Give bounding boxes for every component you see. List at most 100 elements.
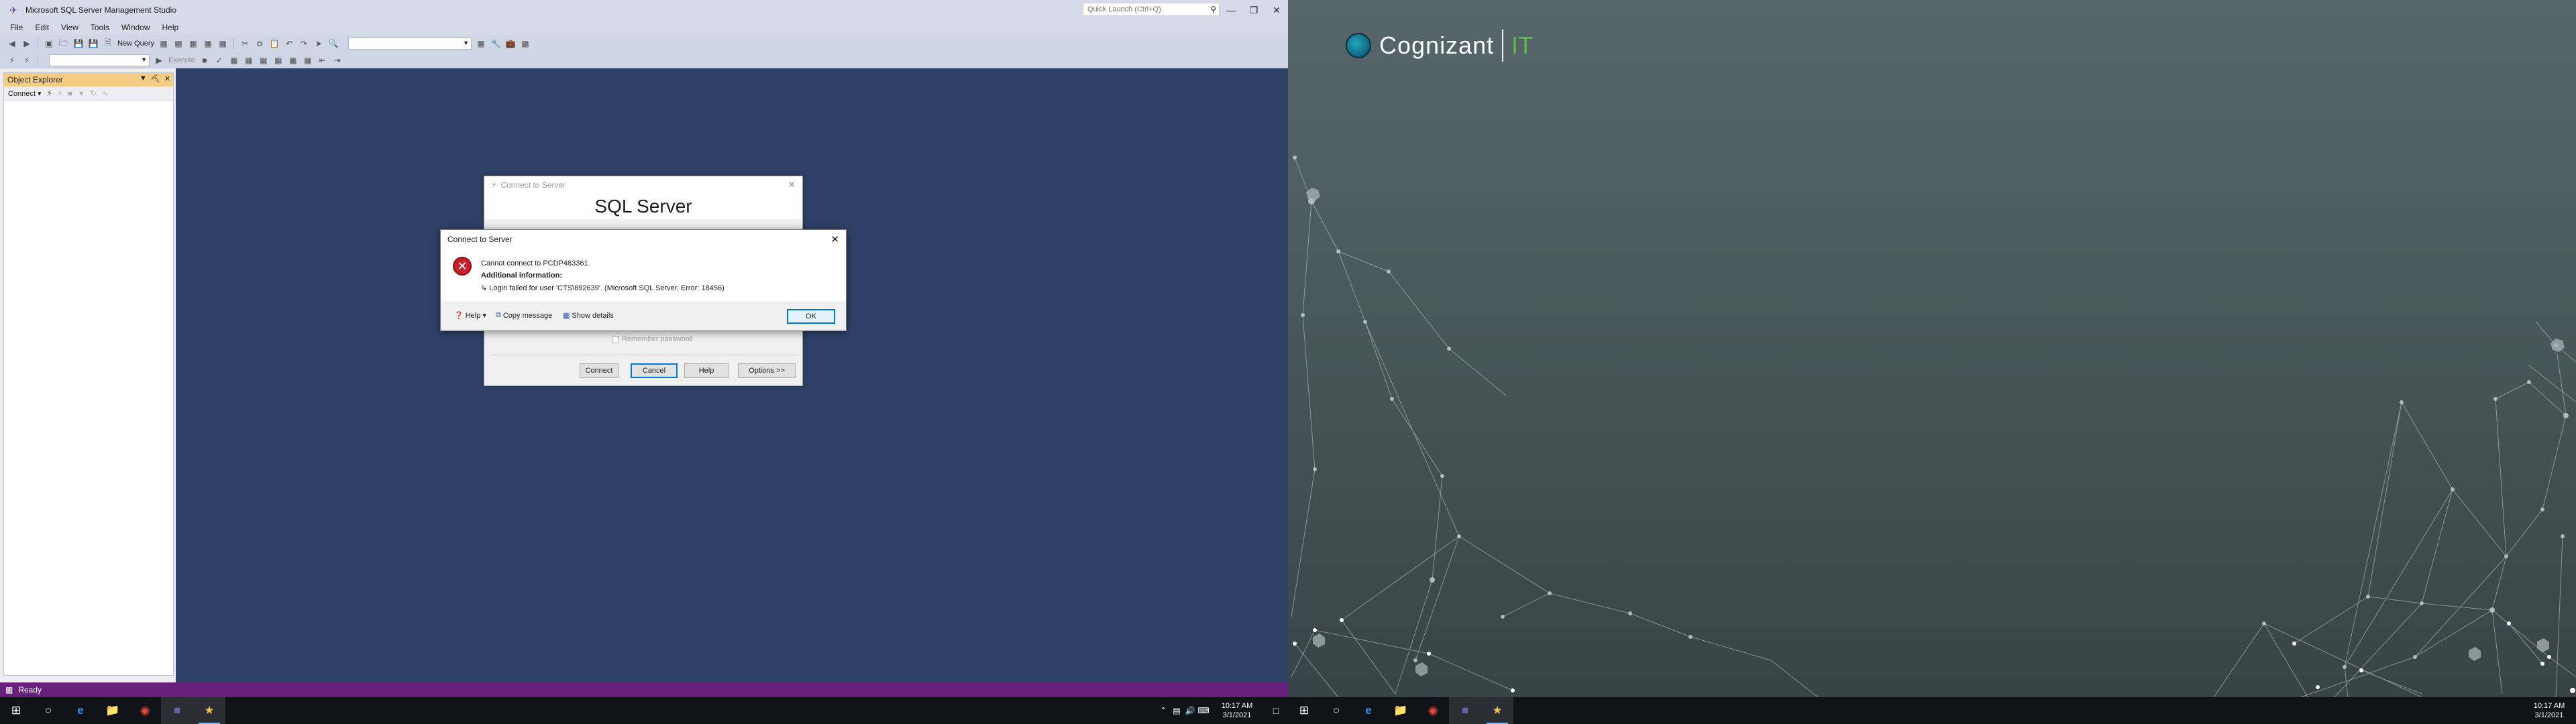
chevron-down-icon[interactable]: ▼ (140, 74, 147, 83)
restore-button[interactable]: ❐ (1242, 0, 1265, 20)
comment-icon[interactable]: ▦ (288, 55, 299, 66)
mdx-query-icon[interactable]: ▦ (188, 38, 199, 49)
taskbar-chrome[interactable]: ◉ (129, 697, 161, 724)
clock[interactable]: 10:17 AM 3/1/2021 (2522, 701, 2576, 720)
teams-icon: ■ (173, 704, 181, 717)
chevron-up-icon[interactable]: ⌃ (1157, 706, 1170, 715)
clock-time: 10:17 AM (2533, 702, 2565, 710)
cortana-button[interactable]: ○ (32, 697, 64, 724)
network-icon[interactable]: ▤ (1170, 706, 1183, 715)
quick-launch-input[interactable]: Quick Launch (Ctrl+Q) ⚲ (1083, 3, 1220, 16)
help-button[interactable]: Help (684, 363, 729, 378)
taskbar-file-explorer[interactable]: 📁 (97, 697, 129, 724)
uncomment-icon[interactable]: ▦ (303, 55, 313, 66)
query-options-icon[interactable]: ▦ (244, 55, 254, 66)
menu-window[interactable]: Window (115, 23, 156, 32)
outdent-icon[interactable]: ⇤ (317, 55, 328, 66)
taskbar-chrome[interactable]: ◉ (1417, 697, 1449, 724)
folder-icon: 📁 (1393, 704, 1408, 717)
connect-icon[interactable]: ⚡ (7, 55, 17, 66)
undo-icon[interactable]: ↶ (284, 38, 294, 49)
error-detail: Login failed for user 'CTS\892639'. (Mic… (489, 284, 724, 292)
menu-tools[interactable]: Tools (85, 23, 115, 32)
menu-edit[interactable]: Edit (29, 23, 55, 32)
results-to-grid-icon[interactable]: ▦ (273, 55, 284, 66)
taskbar-edge[interactable]: e (1352, 697, 1385, 724)
open-file-icon[interactable]: 🗁 (58, 38, 69, 49)
filter-icon[interactable]: ▼ (78, 90, 85, 98)
xmla-query-icon[interactable]: ▦ (217, 38, 228, 49)
analysis-query-icon[interactable]: ▦ (173, 38, 184, 49)
cancel-button[interactable]: Cancel (631, 363, 678, 378)
show-details-link[interactable]: ▦ Show details (563, 311, 614, 320)
database-dropdown[interactable]: ▼ (49, 54, 150, 66)
activity-monitor-icon[interactable]: ∿ (102, 89, 108, 98)
remember-password-checkbox[interactable]: Remember password (612, 335, 692, 343)
indent-icon[interactable]: ⇥ (332, 55, 343, 66)
back-icon[interactable]: ◀ (7, 38, 17, 49)
options-button[interactable]: Options >> (738, 363, 796, 378)
close-button[interactable]: ✕ (1265, 0, 1288, 20)
taskbar-edge[interactable]: e (64, 697, 97, 724)
ok-button[interactable]: OK (787, 309, 835, 324)
clock[interactable]: 10:17 AM 3/1/2021 (1210, 701, 1264, 720)
object-explorer-title: Object Explorer (7, 75, 63, 84)
solution-config-dropdown[interactable]: ▼ (348, 38, 472, 50)
start-button[interactable]: ⊞ (0, 697, 32, 724)
new-project-icon[interactable]: ▣ (44, 38, 54, 49)
close-icon[interactable]: ✕ (830, 233, 839, 245)
properties-icon[interactable]: 🔧 (490, 38, 501, 49)
connect-button[interactable]: Connect (580, 363, 619, 378)
copy-message-link[interactable]: ⧉ Copy message (496, 311, 552, 320)
close-icon[interactable]: ✕ (164, 74, 170, 83)
navigate-icon[interactable]: ➤ (313, 38, 324, 49)
paste-icon[interactable]: 📋 (269, 38, 280, 49)
start-button[interactable]: ⊞ (1288, 697, 1320, 724)
menu-file[interactable]: File (4, 23, 29, 32)
close-icon[interactable]: ✕ (788, 179, 796, 190)
taskbar-teams[interactable]: ■ (161, 697, 193, 724)
new-query-icon[interactable]: 🗎 (103, 38, 113, 49)
database-engine-query-icon[interactable]: ▦ (158, 38, 169, 49)
volume-icon[interactable]: 🔊 (1183, 706, 1197, 715)
connect-label: Connect (8, 90, 36, 98)
taskbar-ssms[interactable]: ★ (193, 697, 225, 724)
connect-dropdown[interactable]: Connect ▾ (8, 89, 42, 98)
connect-plug-icon[interactable]: ⚡ (47, 89, 52, 98)
cancel-query-icon[interactable]: ■ (199, 55, 210, 66)
find-icon[interactable]: 🔍 (328, 38, 339, 49)
execute-icon[interactable]: ▶ (154, 55, 164, 66)
language-icon[interactable]: ⌨ (1197, 706, 1210, 715)
pin-icon[interactable]: ⛏ (151, 74, 160, 83)
search-icon[interactable]: ⚲ (1210, 5, 1216, 14)
save-all-icon[interactable]: 💾 (88, 38, 99, 49)
disconnect-icon[interactable]: ⚡ (57, 89, 62, 98)
dmx-query-icon[interactable]: ▦ (203, 38, 213, 49)
execute-button[interactable]: Execute (168, 56, 195, 64)
refresh-icon[interactable]: ↻ (91, 89, 97, 98)
taskbar-ssms[interactable]: ★ (1481, 697, 1513, 724)
new-query-button[interactable]: New Query (117, 40, 154, 48)
parse-icon[interactable]: ✓ (214, 55, 225, 66)
taskbar-teams[interactable]: ■ (1449, 697, 1481, 724)
results-to-text-icon[interactable]: ▦ (258, 55, 269, 66)
help-link[interactable]: ❓ Help ▾ (454, 311, 486, 320)
taskbar-file-explorer[interactable]: 📁 (1385, 697, 1417, 724)
window-layout-icon[interactable]: ▩ (520, 38, 531, 49)
minimize-button[interactable]: — (1220, 0, 1242, 20)
menu-view[interactable]: View (55, 23, 85, 32)
display-plan-icon[interactable]: ▦ (229, 55, 239, 66)
cortana-button[interactable]: ○ (1320, 697, 1352, 724)
cut-icon[interactable]: ✂ (239, 38, 250, 49)
copy-icon[interactable]: ⧉ (254, 38, 265, 49)
notification-icon[interactable]: □ (1264, 705, 1288, 716)
stop-icon[interactable]: ■ (68, 90, 72, 98)
disconnect-icon[interactable]: ⚡ (21, 55, 32, 66)
solution-explorer-icon[interactable]: ▦ (476, 38, 486, 49)
forward-icon[interactable]: ▶ (21, 38, 32, 49)
save-icon[interactable]: 💾 (73, 38, 84, 49)
taskbar: ⊞ ○ e 📁 ◉ ■ ★ ⌃ ▤ 🔊 ⌨ 10:17 AM 3/1/2021 … (0, 697, 1288, 724)
redo-icon[interactable]: ↷ (299, 38, 309, 49)
toolbox-icon[interactable]: 💼 (505, 38, 516, 49)
menu-help[interactable]: Help (156, 23, 185, 32)
